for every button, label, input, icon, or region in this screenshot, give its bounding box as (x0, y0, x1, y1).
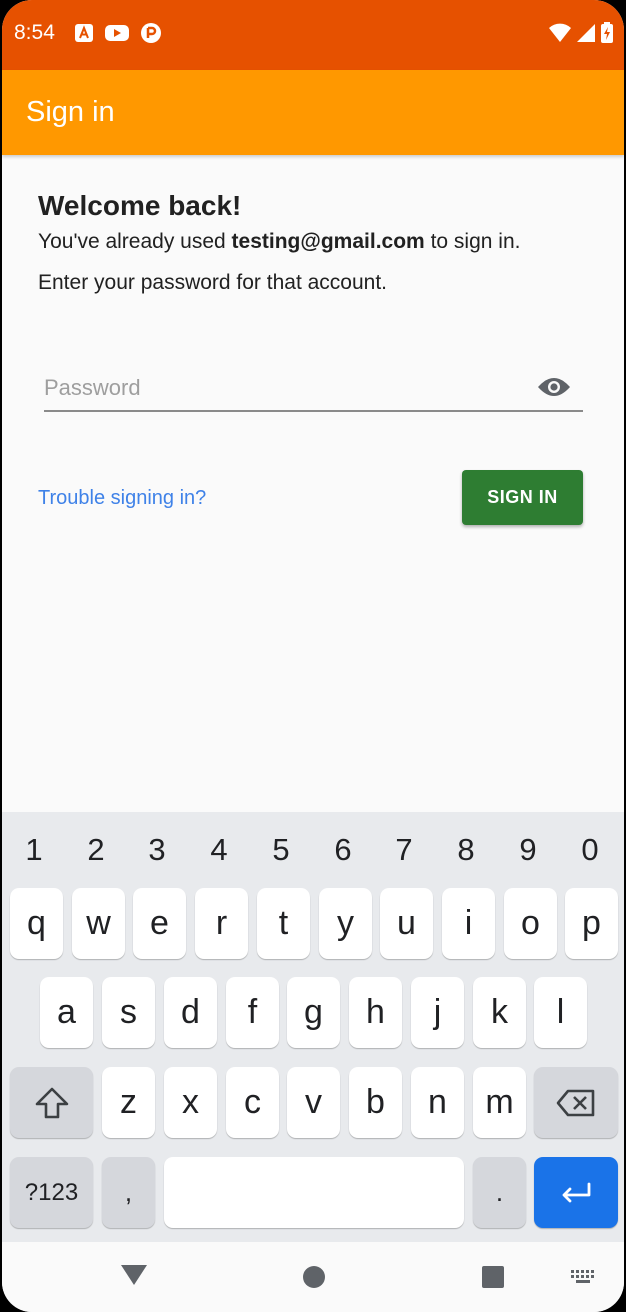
welcome-heading: Welcome back! (38, 190, 242, 221)
show-password-eye-icon[interactable] (537, 376, 571, 403)
soft-keyboard: 1 2 3 4 5 6 7 8 9 0 q w e r t y u i o p … (2, 812, 624, 1242)
key-0[interactable]: 0 (570, 832, 610, 868)
space-key[interactable] (164, 1157, 464, 1228)
key-z[interactable]: z (102, 1067, 155, 1138)
system-icons (548, 22, 614, 49)
key-4[interactable]: 4 (199, 832, 239, 868)
password-instruction: Enter your password for that account. (38, 271, 388, 294)
battery-icon (600, 22, 614, 49)
keyboard-switch-icon[interactable] (570, 1268, 596, 1291)
a-badge-icon (74, 23, 94, 48)
account-info-prefix: You've already used (38, 230, 232, 253)
key-x[interactable]: x (164, 1067, 217, 1138)
key-v[interactable]: v (287, 1067, 340, 1138)
key-b[interactable]: b (349, 1067, 402, 1138)
shift-arrow-icon (35, 1087, 68, 1118)
key-r[interactable]: r (195, 888, 248, 959)
key-o[interactable]: o (504, 888, 557, 959)
key-p[interactable]: p (565, 888, 618, 959)
key-a[interactable]: a (40, 977, 93, 1048)
key-u[interactable]: u (380, 888, 433, 959)
account-info-suffix: to sign in. (424, 230, 521, 253)
trouble-signing-in-link[interactable]: Trouble signing in? (38, 487, 206, 510)
key-6[interactable]: 6 (323, 832, 363, 868)
key-w[interactable]: w (72, 888, 125, 959)
key-t[interactable]: t (257, 888, 310, 959)
period-key[interactable]: . (473, 1157, 526, 1228)
shift-key[interactable] (10, 1067, 93, 1138)
key-h[interactable]: h (349, 977, 402, 1048)
account-info-text: You've already used testing@gmail.com to… (38, 230, 520, 254)
comma-key[interactable]: , (102, 1157, 155, 1228)
key-i[interactable]: i (442, 888, 495, 959)
key-s[interactable]: s (102, 977, 155, 1048)
app-bar: Sign in (2, 70, 624, 155)
key-y[interactable]: y (319, 888, 372, 959)
recents-square-icon[interactable] (481, 1265, 505, 1294)
status-bar: 8:54 (2, 0, 624, 70)
app-bar-title: Sign in (26, 96, 115, 128)
back-triangle-icon[interactable] (120, 1264, 148, 1291)
key-l[interactable]: l (534, 977, 587, 1048)
key-k[interactable]: k (473, 977, 526, 1048)
key-1[interactable]: 1 (14, 832, 54, 868)
key-e[interactable]: e (133, 888, 186, 959)
backspace-key[interactable] (534, 1067, 618, 1138)
phone-screen: 8:54 Sign in Welcome back! You've alread… (2, 0, 624, 1312)
password-field[interactable]: Password (44, 362, 583, 412)
cell-signal-icon (576, 23, 596, 48)
youtube-icon (104, 23, 130, 48)
wifi-icon (548, 23, 572, 48)
home-circle-icon[interactable] (302, 1265, 326, 1294)
status-time: 8:54 (14, 21, 55, 44)
sign-in-button[interactable]: SIGN IN (462, 470, 583, 525)
notification-icons (74, 22, 162, 49)
key-3[interactable]: 3 (137, 832, 177, 868)
key-q[interactable]: q (10, 888, 63, 959)
key-j[interactable]: j (411, 977, 464, 1048)
key-c[interactable]: c (226, 1067, 279, 1138)
enter-arrow-icon (562, 1182, 591, 1202)
enter-key[interactable] (534, 1157, 618, 1228)
key-n[interactable]: n (411, 1067, 464, 1138)
key-d[interactable]: d (164, 977, 217, 1048)
navigation-bar (2, 1242, 624, 1312)
key-f[interactable]: f (226, 977, 279, 1048)
key-9[interactable]: 9 (508, 832, 548, 868)
password-placeholder: Password (44, 375, 141, 400)
number-row: 1 2 3 4 5 6 7 8 9 0 (2, 826, 624, 870)
key-m[interactable]: m (473, 1067, 526, 1138)
account-email: testing@gmail.com (231, 230, 425, 253)
key-5[interactable]: 5 (261, 832, 301, 868)
key-7[interactable]: 7 (384, 832, 424, 868)
backspace-icon (556, 1089, 595, 1116)
app-badge-icon (140, 22, 162, 49)
symbols-key[interactable]: ?123 (10, 1157, 93, 1228)
key-g[interactable]: g (287, 977, 340, 1048)
key-8[interactable]: 8 (446, 832, 486, 868)
key-2[interactable]: 2 (76, 832, 116, 868)
